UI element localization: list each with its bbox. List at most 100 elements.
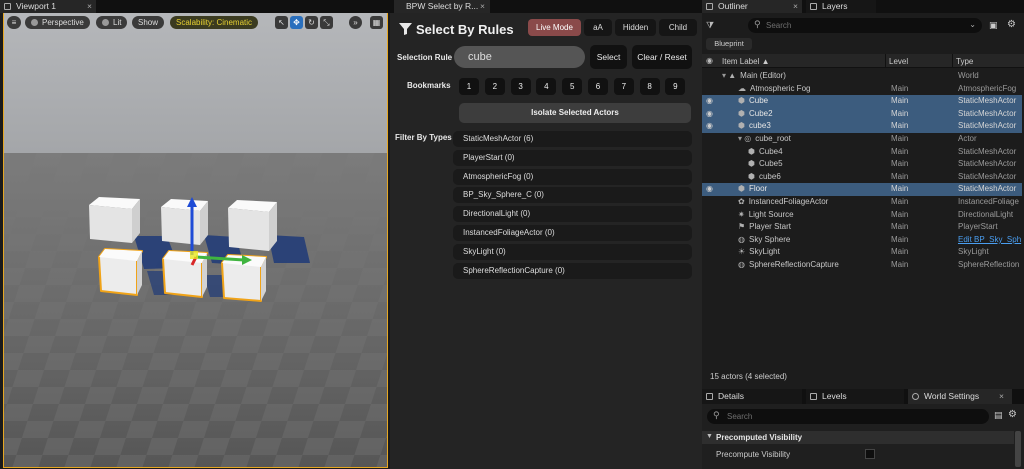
player-icon: ⚑ <box>738 222 746 232</box>
table-view-icon[interactable]: ▤ <box>994 410 1003 421</box>
filter-type-item[interactable]: DirectionalLight (0) <box>453 206 692 223</box>
bookmark-button-2[interactable]: 2 <box>484 78 505 95</box>
filter-type-item[interactable]: SphereReflectionCapture (0) <box>453 262 692 279</box>
outliner-row[interactable]: ◉ ⬢ Cube2 Main StaticMeshActor <box>702 107 1022 121</box>
rotate-mode-button[interactable]: ↻ <box>305 16 318 29</box>
details-scrollbar[interactable] <box>1015 431 1021 467</box>
gear-icon[interactable]: ⚙ <box>1008 409 1017 420</box>
outliner-row[interactable]: ◍ SphereReflectionCapture Main SphereReflec… <box>702 259 1022 272</box>
clear-reset-button[interactable]: Clear / Reset <box>632 45 692 69</box>
child-button[interactable]: Child <box>659 19 697 36</box>
viewport-menu-button[interactable]: ≡ <box>7 16 21 29</box>
item-type: StaticMeshActor <box>958 171 1017 181</box>
hidden-button[interactable]: Hidden <box>615 19 656 36</box>
col-level[interactable]: Level <box>889 57 908 66</box>
eye-icon[interactable]: ◉ <box>706 108 713 121</box>
close-icon[interactable]: × <box>480 0 485 13</box>
filter-type-item[interactable]: SkyLight (0) <box>453 243 692 260</box>
eye-icon[interactable]: ◉ <box>706 183 713 196</box>
outliner-search-input[interactable]: ⚲ Search ⌄ <box>748 18 982 33</box>
item-type: StaticMeshActor <box>958 159 1017 169</box>
scalability-button[interactable]: Scalability: Cinematic <box>170 16 259 29</box>
sbr-tab[interactable]: BPW Select by R... × <box>394 0 490 13</box>
skylight-icon: ☀ <box>738 247 746 257</box>
close-icon[interactable]: × <box>793 0 798 13</box>
col-item-label[interactable]: Item Label ▲ <box>722 57 770 66</box>
outliner-row[interactable]: ▾ ◎ cube_root Main Actor <box>702 133 1022 146</box>
outliner-row[interactable]: ◉ ⬢ cube3 Main StaticMeshActor <box>702 120 1022 133</box>
item-name: SphereReflectionCapture <box>748 260 839 269</box>
precompute-visibility-checkbox[interactable] <box>865 449 875 459</box>
details-search-input[interactable]: ⚲ Search <box>707 409 989 424</box>
lit-button[interactable]: Lit <box>96 16 128 29</box>
outliner-row[interactable]: ◉ ⬢ Cube Main StaticMeshActor <box>702 95 1022 108</box>
filter-type-item[interactable]: AtmosphericFog (0) <box>453 168 692 185</box>
more-button[interactable]: » <box>349 16 362 29</box>
world-settings-tab[interactable]: World Settings × <box>908 389 1012 404</box>
search-icon: ⚲ <box>713 410 720 420</box>
scale-mode-button[interactable]: ⤡ <box>320 16 333 29</box>
select-button[interactable]: Select <box>590 45 627 69</box>
edit-blueprint-link[interactable]: Edit BP_Sky_Sph <box>958 234 1022 247</box>
outliner-row[interactable]: ◉ ⬢ Floor Main StaticMeshActor <box>702 183 1022 196</box>
precomputed-visibility-section[interactable]: ▼ Precomputed Visibility <box>702 431 1014 444</box>
selection-rule-input[interactable]: cube <box>454 46 585 68</box>
col-type[interactable]: Type <box>956 57 973 66</box>
outliner-row[interactable]: ☀ SkyLight Main SkyLight <box>702 246 1022 259</box>
chevron-down-icon: ▼ <box>706 433 713 440</box>
outliner-row[interactable]: ⬢ Cube5 Main StaticMeshActor <box>702 158 1022 171</box>
filter-dropdown[interactable]: ⧩ <box>706 20 720 31</box>
bookmark-button-1[interactable]: 1 <box>459 78 479 95</box>
perspective-icon <box>31 19 38 26</box>
mesh-icon: ⬢ <box>748 159 755 169</box>
bookmark-button-9[interactable]: 9 <box>665 78 686 95</box>
bookmark-button-7[interactable]: 7 <box>613 78 634 95</box>
show-button[interactable]: Show <box>132 16 165 29</box>
bookmark-button-5[interactable]: 5 <box>562 78 583 95</box>
add-folder-icon[interactable]: ▣ <box>989 20 998 31</box>
close-icon[interactable]: × <box>87 0 92 13</box>
light-icon: ✷ <box>738 209 745 219</box>
filter-type-item[interactable]: StaticMeshActor (6) <box>453 131 692 147</box>
bookmark-button-3[interactable]: 3 <box>510 78 531 95</box>
perspective-button[interactable]: Perspective <box>25 16 90 29</box>
isolate-selected-button[interactable]: Isolate Selected Actors <box>459 103 691 123</box>
levels-tab[interactable]: Levels <box>806 389 904 404</box>
bookmark-button-4[interactable]: 4 <box>536 78 557 95</box>
outliner-row[interactable]: ▾ ▲ Main (Editor) World <box>702 70 1022 83</box>
gear-icon[interactable]: ⚙ <box>1007 19 1016 30</box>
outliner-row[interactable]: ☁ Atmospheric Fog Main AtmosphericFog <box>702 83 1022 96</box>
select-mode-button[interactable]: ↖ <box>275 16 288 29</box>
filter-type-item[interactable]: PlayerStart (0) <box>453 149 692 166</box>
eye-icon[interactable]: ◉ <box>706 56 713 65</box>
viewport-tab[interactable]: Viewport 1 × <box>0 0 96 13</box>
blueprint-filter-button[interactable]: Blueprint <box>706 38 752 50</box>
outliner-row[interactable]: ⚑ Player Start Main PlayerStart <box>702 221 1022 234</box>
move-mode-button[interactable]: ✥ <box>290 16 303 29</box>
details-tab[interactable]: Details <box>702 389 802 404</box>
outliner-row[interactable]: ⬢ cube6 Main StaticMeshActor <box>702 171 1022 184</box>
outliner-row[interactable]: ◍ Sky Sphere Main Edit BP_Sky_Sph <box>702 234 1022 247</box>
close-icon[interactable]: × <box>999 389 1004 404</box>
chevron-down-icon[interactable]: ⌄ <box>969 20 976 29</box>
item-level: Main <box>891 209 909 219</box>
outliner-row[interactable]: ⬢ Cube4 Main StaticMeshActor <box>702 146 1022 159</box>
viewport-scene[interactable]: ≡ Perspective Lit Show Scalability: Cine… <box>3 13 388 468</box>
layers-tab[interactable]: Layers <box>806 0 876 13</box>
eye-icon[interactable]: ◉ <box>706 95 713 108</box>
bookmark-button-8[interactable]: 8 <box>639 78 660 95</box>
outliner-row[interactable]: ✷ Light Source Main DirectionalLight <box>702 209 1022 222</box>
layout-button[interactable]: ▦ <box>370 16 383 29</box>
hamburger-icon: ≡ <box>11 18 17 27</box>
outliner-tab[interactable]: Outliner × <box>702 0 802 13</box>
outliner-item-label: ◍ Sky Sphere <box>738 234 790 247</box>
filter-type-item[interactable]: InstancedFoliageActor (0) <box>453 225 692 241</box>
levels-tab-title: Levels <box>822 391 847 401</box>
filter-type-item[interactable]: BP_Sky_Sphere_C (0) <box>453 187 692 204</box>
case-sensitive-button[interactable]: aA <box>584 19 612 36</box>
live-mode-button[interactable]: Live Mode <box>528 19 581 36</box>
eye-icon[interactable]: ◉ <box>706 120 713 133</box>
bookmark-button-6[interactable]: 6 <box>588 78 608 95</box>
selection-rule-label: Selection Rule <box>397 53 453 62</box>
outliner-row[interactable]: ✿ InstancedFoliageActor Main InstancedFolia… <box>702 196 1022 209</box>
